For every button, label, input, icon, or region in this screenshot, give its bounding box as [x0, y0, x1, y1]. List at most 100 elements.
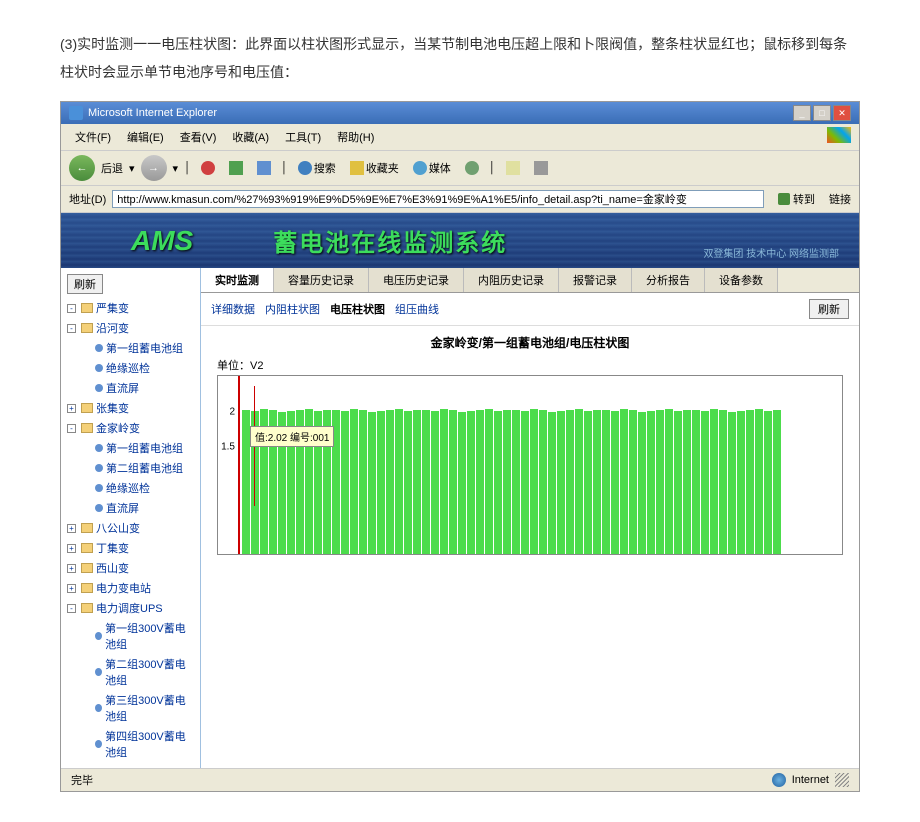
voltage-bar[interactable] — [548, 412, 556, 554]
go-button[interactable]: 转到 — [770, 189, 823, 209]
voltage-bar[interactable] — [773, 410, 781, 554]
voltage-bar[interactable] — [242, 410, 250, 554]
voltage-bar[interactable] — [584, 411, 592, 554]
voltage-bar[interactable] — [575, 409, 583, 554]
tree-item[interactable]: 第二组蓄电池组 — [61, 458, 200, 478]
back-button[interactable]: ← — [69, 155, 95, 181]
voltage-bar[interactable] — [422, 410, 430, 554]
resize-grip[interactable] — [835, 773, 849, 787]
voltage-bar[interactable] — [350, 409, 358, 554]
tree-item[interactable]: 直流屏 — [61, 378, 200, 398]
tree-item[interactable]: +张集变 — [61, 398, 200, 418]
voltage-bar[interactable] — [485, 409, 493, 554]
tree-item[interactable]: 绝缘巡检 — [61, 358, 200, 378]
voltage-bar[interactable] — [674, 411, 682, 554]
voltage-bar[interactable] — [755, 409, 763, 554]
voltage-bar[interactable] — [368, 412, 376, 554]
tree-item[interactable]: 直流屏 — [61, 498, 200, 518]
minimize-button[interactable]: _ — [793, 105, 811, 121]
tree-toggle-icon[interactable]: + — [67, 584, 76, 593]
subnav-link[interactable]: 内阻柱状图 — [265, 304, 320, 316]
menu-item[interactable]: 工具(T) — [279, 127, 327, 147]
voltage-bar[interactable] — [386, 410, 394, 554]
maximize-button[interactable]: □ — [813, 105, 831, 121]
menu-item[interactable]: 编辑(E) — [121, 127, 170, 147]
subnav-link[interactable]: 详细数据 — [211, 304, 255, 316]
history-button[interactable] — [461, 159, 483, 177]
main-tab[interactable]: 内阻历史记录 — [464, 268, 559, 292]
tree-toggle-icon[interactable]: + — [67, 564, 76, 573]
main-tab[interactable]: 报警记录 — [559, 268, 632, 292]
tree-item[interactable]: +八公山变 — [61, 518, 200, 538]
main-tab[interactable]: 容量历史记录 — [274, 268, 369, 292]
url-input[interactable] — [112, 190, 764, 208]
tree-item[interactable]: +电力变电站 — [61, 578, 200, 598]
voltage-bar[interactable] — [665, 409, 673, 554]
voltage-bar[interactable] — [404, 411, 412, 554]
voltage-bar[interactable] — [395, 409, 403, 554]
forward-button[interactable]: → — [141, 155, 167, 181]
tree-item[interactable]: 第二组300V蓄电池组 — [61, 654, 200, 690]
tree-item[interactable]: -金家岭变 — [61, 418, 200, 438]
menu-item[interactable]: 查看(V) — [174, 127, 223, 147]
voltage-bar[interactable] — [449, 410, 457, 554]
voltage-bar[interactable] — [728, 412, 736, 554]
tree-item[interactable]: 第四组300V蓄电池组 — [61, 726, 200, 762]
voltage-bar[interactable] — [521, 411, 529, 554]
voltage-bar[interactable] — [719, 410, 727, 554]
tree-toggle-icon[interactable]: + — [67, 544, 76, 553]
voltage-bar[interactable] — [503, 410, 511, 554]
tree-item[interactable]: 第三组300V蓄电池组 — [61, 690, 200, 726]
tree-toggle-icon[interactable]: - — [67, 424, 76, 433]
main-tab[interactable]: 设备参数 — [705, 268, 778, 292]
tree-item[interactable]: 第一组300V蓄电池组 — [61, 618, 200, 654]
main-tab[interactable]: 电压历史记录 — [369, 268, 464, 292]
voltage-bar[interactable] — [458, 412, 466, 554]
voltage-bar[interactable] — [692, 410, 700, 554]
tree-toggle-icon[interactable]: + — [67, 404, 76, 413]
tree-item[interactable]: -严集变 — [61, 298, 200, 318]
voltage-bar[interactable] — [683, 410, 691, 554]
voltage-bar[interactable] — [431, 411, 439, 554]
voltage-bar[interactable] — [611, 411, 619, 554]
stop-button[interactable] — [197, 159, 219, 177]
search-button[interactable]: 搜索 — [294, 158, 340, 178]
media-button[interactable]: 媒体 — [409, 158, 455, 178]
voltage-bar[interactable] — [539, 410, 547, 554]
print-button[interactable] — [530, 159, 552, 177]
menu-item[interactable]: 收藏(A) — [226, 127, 275, 147]
links-label[interactable]: 链接 — [829, 191, 851, 207]
tree-item[interactable]: -电力调度UPS — [61, 598, 200, 618]
voltage-bar[interactable] — [638, 412, 646, 554]
voltage-bar[interactable] — [359, 410, 367, 554]
main-tab[interactable]: 分析报告 — [632, 268, 705, 292]
menu-item[interactable]: 帮助(H) — [331, 127, 380, 147]
voltage-bar[interactable] — [494, 411, 502, 554]
mail-button[interactable] — [502, 159, 524, 177]
tree-item[interactable]: +丁集变 — [61, 538, 200, 558]
close-button[interactable]: ✕ — [833, 105, 851, 121]
tree-refresh-button[interactable]: 刷新 — [67, 274, 103, 294]
voltage-bar[interactable] — [710, 409, 718, 554]
tree-toggle-icon[interactable]: + — [67, 524, 76, 533]
voltage-bar[interactable] — [737, 411, 745, 554]
voltage-bar[interactable] — [467, 411, 475, 554]
chart-refresh-button[interactable]: 刷新 — [809, 299, 849, 319]
tree-toggle-icon[interactable]: - — [67, 304, 76, 313]
voltage-bar[interactable] — [413, 410, 421, 554]
home-button[interactable] — [253, 159, 275, 177]
subnav-link[interactable]: 电压柱状图 — [330, 304, 385, 316]
voltage-bar[interactable] — [629, 410, 637, 554]
favorites-button[interactable]: 收藏夹 — [346, 158, 403, 178]
voltage-bar[interactable] — [701, 411, 709, 554]
menu-item[interactable]: 文件(F) — [69, 127, 117, 147]
dropdown-icon[interactable]: ▾ — [129, 162, 135, 175]
voltage-bar[interactable] — [512, 410, 520, 554]
voltage-bar[interactable] — [341, 411, 349, 554]
voltage-bar[interactable] — [440, 409, 448, 554]
dropdown-icon[interactable]: ▾ — [173, 162, 179, 175]
voltage-bar[interactable] — [746, 410, 754, 554]
voltage-bar[interactable] — [530, 409, 538, 554]
voltage-bar[interactable] — [764, 411, 772, 554]
main-tab[interactable]: 实时监测 — [201, 268, 274, 292]
